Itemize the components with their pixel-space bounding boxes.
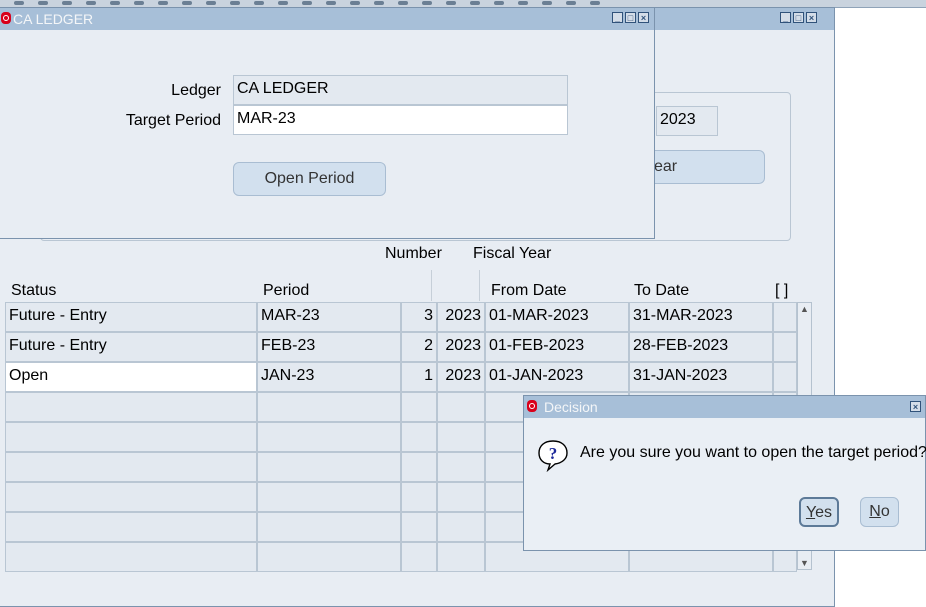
flag-cell[interactable] [773, 362, 797, 392]
empty-cell[interactable] [401, 422, 437, 452]
year-field[interactable]: 2023 [656, 106, 718, 136]
periods-window-controls: _ □ × [780, 12, 817, 23]
header-divider [479, 270, 480, 301]
number-cell[interactable]: 3 [401, 302, 437, 332]
decision-dialog: Decision × ? Are you sure you want to op… [523, 395, 926, 551]
header-divider [431, 270, 432, 301]
empty-cell[interactable] [257, 422, 401, 452]
empty-cell[interactable] [5, 452, 257, 482]
empty-cell[interactable] [257, 452, 401, 482]
empty-cell[interactable] [437, 542, 485, 572]
from-date-cell[interactable]: 01-FEB-2023 [485, 332, 629, 362]
yes-mnemonic: Y [805, 504, 816, 521]
no-mnemonic: N [869, 503, 881, 520]
year-cell[interactable]: 2023 [437, 362, 485, 392]
number-group-header: Number [385, 245, 442, 262]
period-cell[interactable]: FEB-23 [257, 332, 401, 362]
empty-cell[interactable] [437, 512, 485, 542]
from-date-column-header: From Date [491, 282, 567, 299]
empty-cell[interactable] [5, 512, 257, 542]
to-date-cell[interactable]: 31-MAR-2023 [629, 302, 773, 332]
target-period-field[interactable]: MAR-23 [233, 105, 568, 135]
empty-cell[interactable] [257, 392, 401, 422]
target-period-label: Target Period [125, 112, 221, 129]
close-icon[interactable]: × [910, 401, 921, 412]
period-cell[interactable]: JAN-23 [257, 362, 401, 392]
fiscal-year-group-header: Fiscal Year [473, 245, 552, 262]
decision-message: Are you sure you want to open the target… [580, 444, 926, 461]
empty-cell[interactable] [401, 542, 437, 572]
flag-column-header: [ ] [775, 282, 789, 299]
empty-cell[interactable] [437, 392, 485, 422]
empty-cell[interactable] [5, 482, 257, 512]
period-column-header: Period [263, 282, 310, 299]
empty-cell[interactable] [401, 482, 437, 512]
empty-cell[interactable] [257, 542, 401, 572]
open-period-button[interactable]: Open Period [233, 162, 386, 196]
yes-button[interactable]: Yes [799, 497, 839, 527]
number-cell[interactable]: 1 [401, 362, 437, 392]
ledger-label: Ledger [171, 82, 221, 99]
ledger-window-title: CA LEDGER [13, 11, 94, 27]
minimize-icon[interactable]: _ [612, 12, 623, 23]
to-date-cell[interactable]: 31-JAN-2023 [629, 362, 773, 392]
maximize-icon[interactable]: □ [793, 12, 804, 23]
to-date-cell[interactable]: 28-FEB-2023 [629, 332, 773, 362]
yes-label: es [815, 504, 833, 521]
empty-cell[interactable] [257, 482, 401, 512]
status-cell[interactable]: Open [5, 362, 257, 392]
oracle-icon [527, 400, 537, 412]
close-icon[interactable]: × [638, 12, 649, 23]
oracle-icon [1, 12, 11, 24]
minimize-icon[interactable]: _ [780, 12, 791, 23]
status-column-header: Status [11, 282, 57, 299]
empty-cell[interactable] [401, 452, 437, 482]
svg-text:?: ? [549, 444, 558, 463]
empty-cell[interactable] [437, 422, 485, 452]
ledger-window-controls: _ □ × [612, 12, 649, 23]
year-cell[interactable]: 2023 [437, 302, 485, 332]
no-button[interactable]: No [860, 497, 899, 527]
empty-cell[interactable] [257, 512, 401, 542]
empty-cell[interactable] [5, 392, 257, 422]
from-date-cell[interactable]: 01-MAR-2023 [485, 302, 629, 332]
status-cell[interactable]: Future - Entry [5, 302, 257, 332]
flag-cell[interactable] [773, 302, 797, 332]
scroll-down-icon[interactable]: ▼ [798, 558, 811, 568]
from-date-cell[interactable]: 01-JAN-2023 [485, 362, 629, 392]
scroll-up-icon[interactable]: ▲ [798, 304, 811, 314]
ledger-titlebar [0, 8, 654, 30]
ledger-field[interactable]: CA LEDGER [233, 75, 568, 105]
period-cell[interactable]: MAR-23 [257, 302, 401, 332]
empty-cell[interactable] [401, 512, 437, 542]
number-cell[interactable]: 2 [401, 332, 437, 362]
no-label: o [880, 503, 890, 520]
question-icon: ? [538, 440, 568, 472]
to-date-column-header: To Date [634, 282, 690, 299]
empty-cell[interactable] [437, 482, 485, 512]
empty-cell[interactable] [437, 452, 485, 482]
flag-cell[interactable] [773, 332, 797, 362]
empty-cell[interactable] [401, 392, 437, 422]
status-cell[interactable]: Future - Entry [5, 332, 257, 362]
empty-cell[interactable] [5, 542, 257, 572]
empty-cell[interactable] [5, 422, 257, 452]
maximize-icon[interactable]: □ [625, 12, 636, 23]
year-cell[interactable]: 2023 [437, 332, 485, 362]
decision-title: Decision [544, 399, 598, 415]
close-icon[interactable]: × [806, 12, 817, 23]
